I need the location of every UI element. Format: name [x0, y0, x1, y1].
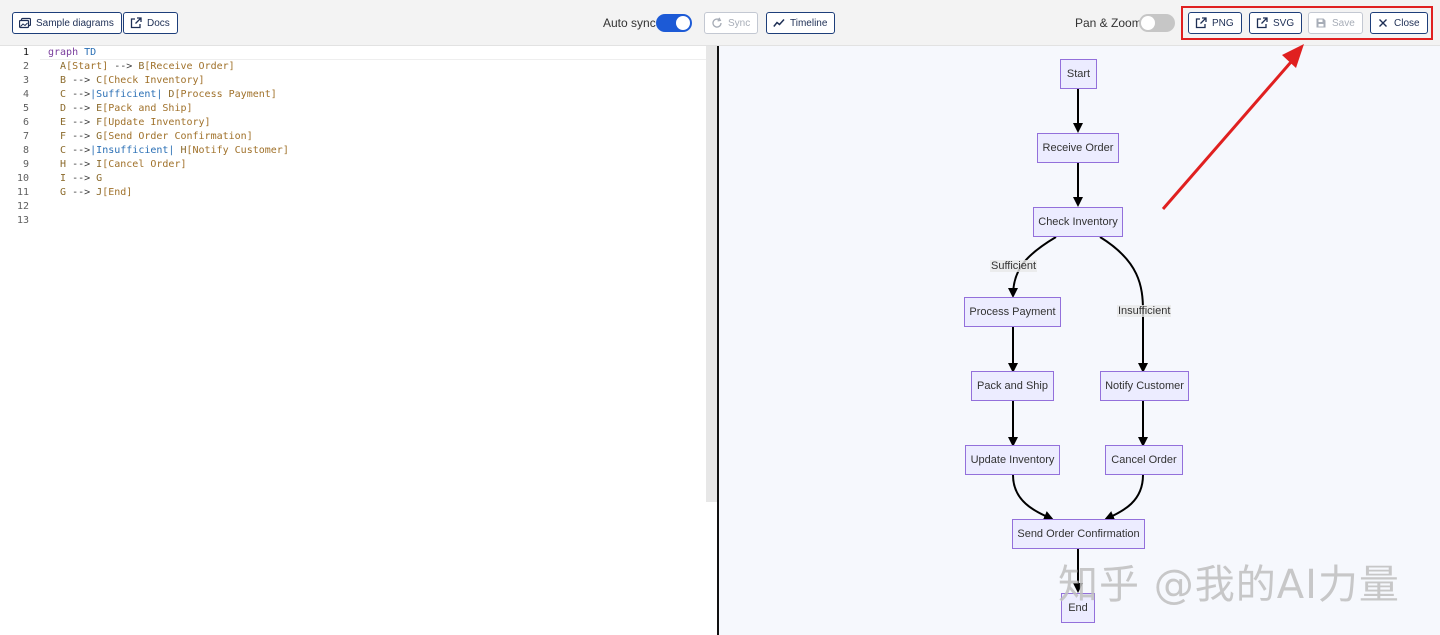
- sample-diagrams-button[interactable]: Sample diagrams: [12, 12, 122, 34]
- node-process-payment: Process Payment: [964, 297, 1061, 327]
- edge-label-insufficient: Insufficient: [1117, 305, 1172, 317]
- code-line[interactable]: G --> J[End]: [48, 186, 132, 200]
- code-line[interactable]: H --> I[Cancel Order]: [48, 158, 186, 172]
- code-line[interactable]: I --> G: [48, 172, 102, 186]
- code-line[interactable]: B --> C[Check Inventory]: [48, 74, 205, 88]
- toolbar: Sample diagrams Docs Auto sync Sync Time…: [0, 0, 1440, 46]
- external-link-icon: [130, 17, 142, 29]
- node-pack-and-ship: Pack and Ship: [971, 371, 1054, 401]
- line-number: 13: [16, 215, 29, 226]
- active-line-highlight: [40, 46, 706, 60]
- node-receive-order: Receive Order: [1037, 133, 1119, 163]
- line-number: 11: [16, 187, 29, 198]
- sync-button[interactable]: Sync: [704, 12, 759, 34]
- edge-cancel-send: [1104, 474, 1144, 521]
- edge-update-send: [1012, 474, 1054, 521]
- code-line[interactable]: F --> G[Send Order Confirmation]: [48, 130, 253, 144]
- code-line[interactable]: A[Start] --> B[Receive Order]: [48, 60, 235, 74]
- node-update-inventory: Update Inventory: [965, 445, 1060, 475]
- auto-sync-toggle[interactable]: [656, 14, 692, 32]
- code-line[interactable]: E --> F[Update Inventory]: [48, 116, 211, 130]
- line-number: 5: [22, 103, 29, 114]
- line-number: 6: [22, 117, 29, 128]
- sync-label: Sync: [728, 17, 751, 29]
- toggle-knob: [676, 16, 690, 30]
- line-number: 8: [22, 145, 29, 156]
- code-editor[interactable]: 1 2 3 4 5 6 7 8 9 10 11 12 13 graph TD A…: [0, 46, 717, 635]
- node-cancel-order: Cancel Order: [1105, 445, 1183, 475]
- timeline-button[interactable]: Timeline: [766, 12, 836, 34]
- node-send-order-confirmation: Send Order Confirmation: [1012, 519, 1145, 549]
- line-number: 9: [22, 159, 29, 170]
- edge-check-notify: [1099, 236, 1148, 373]
- line-number: 3: [22, 75, 29, 86]
- docs-button[interactable]: Docs: [123, 12, 178, 34]
- line-number: 2: [22, 61, 29, 72]
- node-notify-customer: Notify Customer: [1100, 371, 1189, 401]
- chart-line-icon: [773, 18, 785, 27]
- code-line[interactable]: graph TD: [48, 46, 96, 60]
- line-number: 12: [16, 201, 29, 212]
- line-number: 4: [22, 89, 29, 100]
- toggle-knob: [1141, 16, 1155, 30]
- edge-label-sufficient: Sufficient: [990, 260, 1038, 272]
- line-number-gutter: 1 2 3 4 5 6 7 8 9 10 11 12 13: [0, 46, 40, 635]
- auto-sync-label: Auto sync: [603, 16, 656, 30]
- diagram-preview: Start Receive Order Check Inventory Proc…: [719, 46, 1440, 635]
- line-number: 10: [16, 173, 29, 184]
- code-line[interactable]: C -->|Insufficient| H[Notify Customer]: [48, 144, 289, 158]
- line-number: 7: [22, 131, 29, 142]
- node-check-inventory: Check Inventory: [1033, 207, 1123, 237]
- sample-diagrams-label: Sample diagrams: [36, 17, 114, 29]
- annotation-highlight-box: [1181, 6, 1433, 40]
- line-number: 1: [22, 47, 29, 58]
- pan-zoom-label: Pan & Zoom: [1075, 16, 1142, 30]
- timeline-label: Timeline: [790, 17, 828, 29]
- images-icon: [19, 17, 31, 29]
- node-start: Start: [1060, 59, 1097, 89]
- editor-scrollbar[interactable]: [706, 46, 717, 502]
- refresh-icon: [712, 17, 722, 28]
- docs-label: Docs: [147, 17, 170, 29]
- pan-zoom-toggle[interactable]: [1139, 14, 1175, 32]
- watermark-text: 知乎 @我的AI力量: [1058, 562, 1400, 608]
- code-line[interactable]: C -->|Sufficient| D[Process Payment]: [48, 88, 277, 102]
- code-line[interactable]: D --> E[Pack and Ship]: [48, 102, 192, 116]
